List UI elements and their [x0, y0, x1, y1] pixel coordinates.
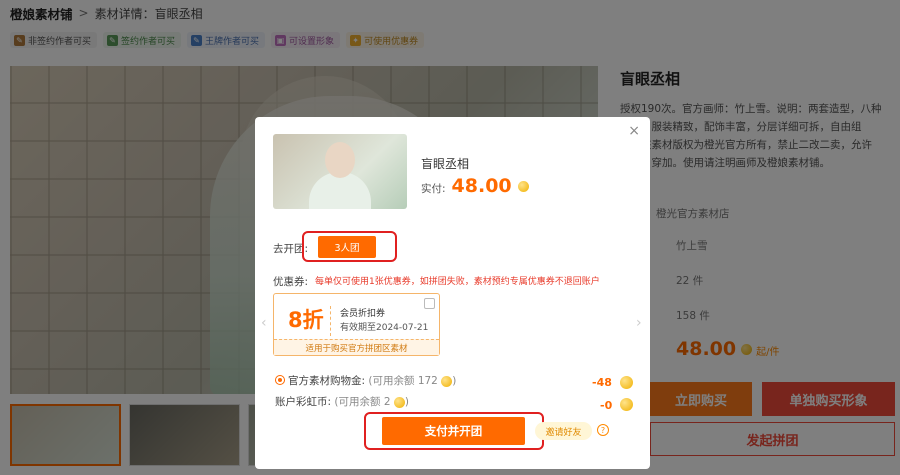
- balance-radio[interactable]: [275, 375, 285, 385]
- rainbow-coin-available: (可用余额 2: [334, 396, 391, 408]
- coin-icon: [517, 181, 529, 192]
- coin-icon: [620, 398, 633, 411]
- pay-label: 实付:: [421, 183, 446, 195]
- coupon-label: 优惠券:: [273, 276, 309, 288]
- coupon-notice: 每单仅可使用1张优惠券，如拼团失败，素材预约专属优惠券不退回账户: [315, 277, 600, 287]
- group-purchase-modal: × 盲眼丞相 实付: 48.00 去开团: 3人团 优惠券: 每单仅可使用1张优…: [255, 117, 650, 469]
- shopping-balance-label: 官方素材购物金:: [288, 375, 366, 387]
- shopping-balance-row: 官方素材购物金: (可用余额 172 ): [288, 373, 456, 388]
- chevron-right-icon[interactable]: ›: [636, 315, 642, 331]
- coin-icon: [620, 376, 633, 389]
- product-thumbnail: [273, 134, 407, 209]
- invite-friend-button[interactable]: 邀请好友: [535, 422, 592, 440]
- page: 橙娘素材铺 > 素材详情：盲眼丞相 ✎非签约作者可买 ✎签约作者可买 ✎王牌作者…: [0, 0, 900, 475]
- rainbow-coin-amount: -0: [600, 399, 613, 412]
- coupon-card[interactable]: 8折 会员折扣券 有效期至2024-07-21 适用于购买官方拼团区素材: [273, 293, 440, 356]
- thumbnail-face: [325, 142, 355, 178]
- coupon-expiry: 有效期至2024-07-21: [340, 323, 429, 333]
- close-icon[interactable]: ×: [628, 123, 640, 139]
- coupon-scope: 适用于购买官方拼团区素材: [274, 339, 439, 355]
- pay-amount: 48.00: [451, 175, 512, 197]
- chevron-left-icon[interactable]: ‹: [261, 315, 267, 331]
- paren-close: ): [404, 396, 409, 408]
- help-icon[interactable]: ?: [597, 424, 609, 436]
- highlight-box-pay: [364, 412, 544, 450]
- paren-close: ): [452, 375, 457, 387]
- modal-product-name: 盲眼丞相: [421, 157, 470, 171]
- coupon-checkbox[interactable]: [424, 298, 435, 309]
- coin-icon: [393, 396, 405, 408]
- shopping-balance-amount: -48: [592, 376, 612, 389]
- rainbow-coin-label: 账户彩虹币:: [275, 396, 332, 408]
- coupon-name: 会员折扣券: [340, 309, 386, 319]
- coupon-discount: 8折: [288, 308, 324, 332]
- coupon-divider: [330, 306, 331, 336]
- coin-icon: [441, 375, 453, 387]
- highlight-box-group: [302, 231, 397, 262]
- shopping-balance-available: (可用余额 172: [368, 375, 438, 387]
- rainbow-coin-row: 账户彩虹币: (可用余额 2 ): [275, 394, 409, 409]
- modal-pay-row: 实付: 48.00: [421, 175, 529, 197]
